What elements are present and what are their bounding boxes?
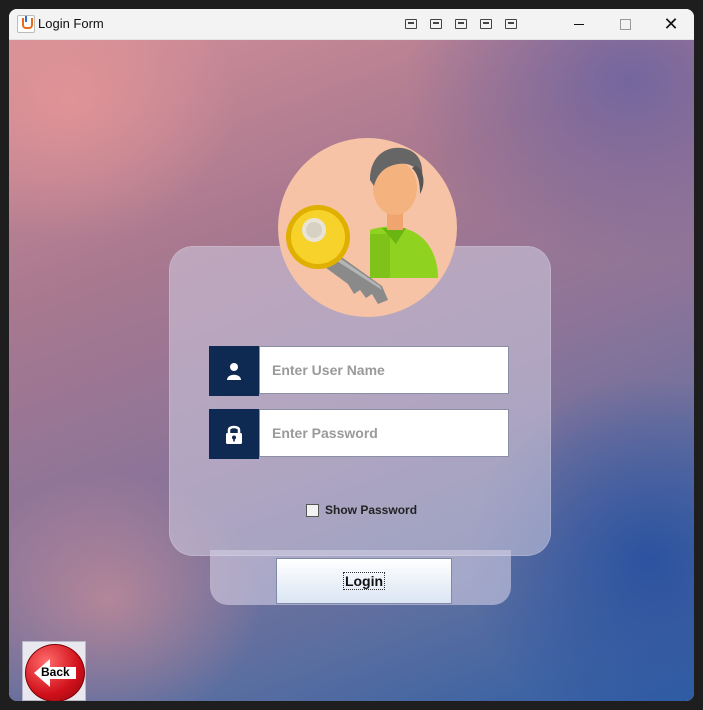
login-content: Show Password Login Back xyxy=(9,40,694,701)
user-icon xyxy=(209,346,259,396)
user-key-avatar-icon xyxy=(278,138,457,317)
username-row xyxy=(209,346,511,396)
maximize-button[interactable] xyxy=(602,9,648,39)
login-button-label: Login xyxy=(342,572,386,590)
back-button-label: Back xyxy=(41,665,70,679)
login-window: Login Form ✕ Enter User Name Show Passwo… xyxy=(9,9,694,701)
printer-icon[interactable] xyxy=(478,17,494,31)
password-input[interactable] xyxy=(259,409,509,457)
lock-icon xyxy=(209,409,259,459)
back-button[interactable]: Back xyxy=(22,641,86,701)
show-password-toggle[interactable]: Show Password xyxy=(306,503,417,517)
monitor-icon[interactable] xyxy=(453,17,469,31)
title-bar: Login Form ✕ xyxy=(9,9,694,40)
close-button[interactable]: ✕ xyxy=(648,9,694,39)
screen-icon[interactable] xyxy=(428,17,444,31)
desktop-icon[interactable] xyxy=(403,17,419,31)
minimize-button[interactable] xyxy=(556,9,602,39)
network-icon[interactable] xyxy=(503,17,519,31)
show-password-label: Show Password xyxy=(325,503,418,517)
username-input[interactable] xyxy=(259,346,509,394)
java-app-icon xyxy=(17,15,35,33)
password-row xyxy=(209,409,511,459)
login-button[interactable]: Login xyxy=(276,558,452,604)
window-title: Login Form xyxy=(38,16,104,31)
show-password-checkbox[interactable] xyxy=(306,503,319,517)
